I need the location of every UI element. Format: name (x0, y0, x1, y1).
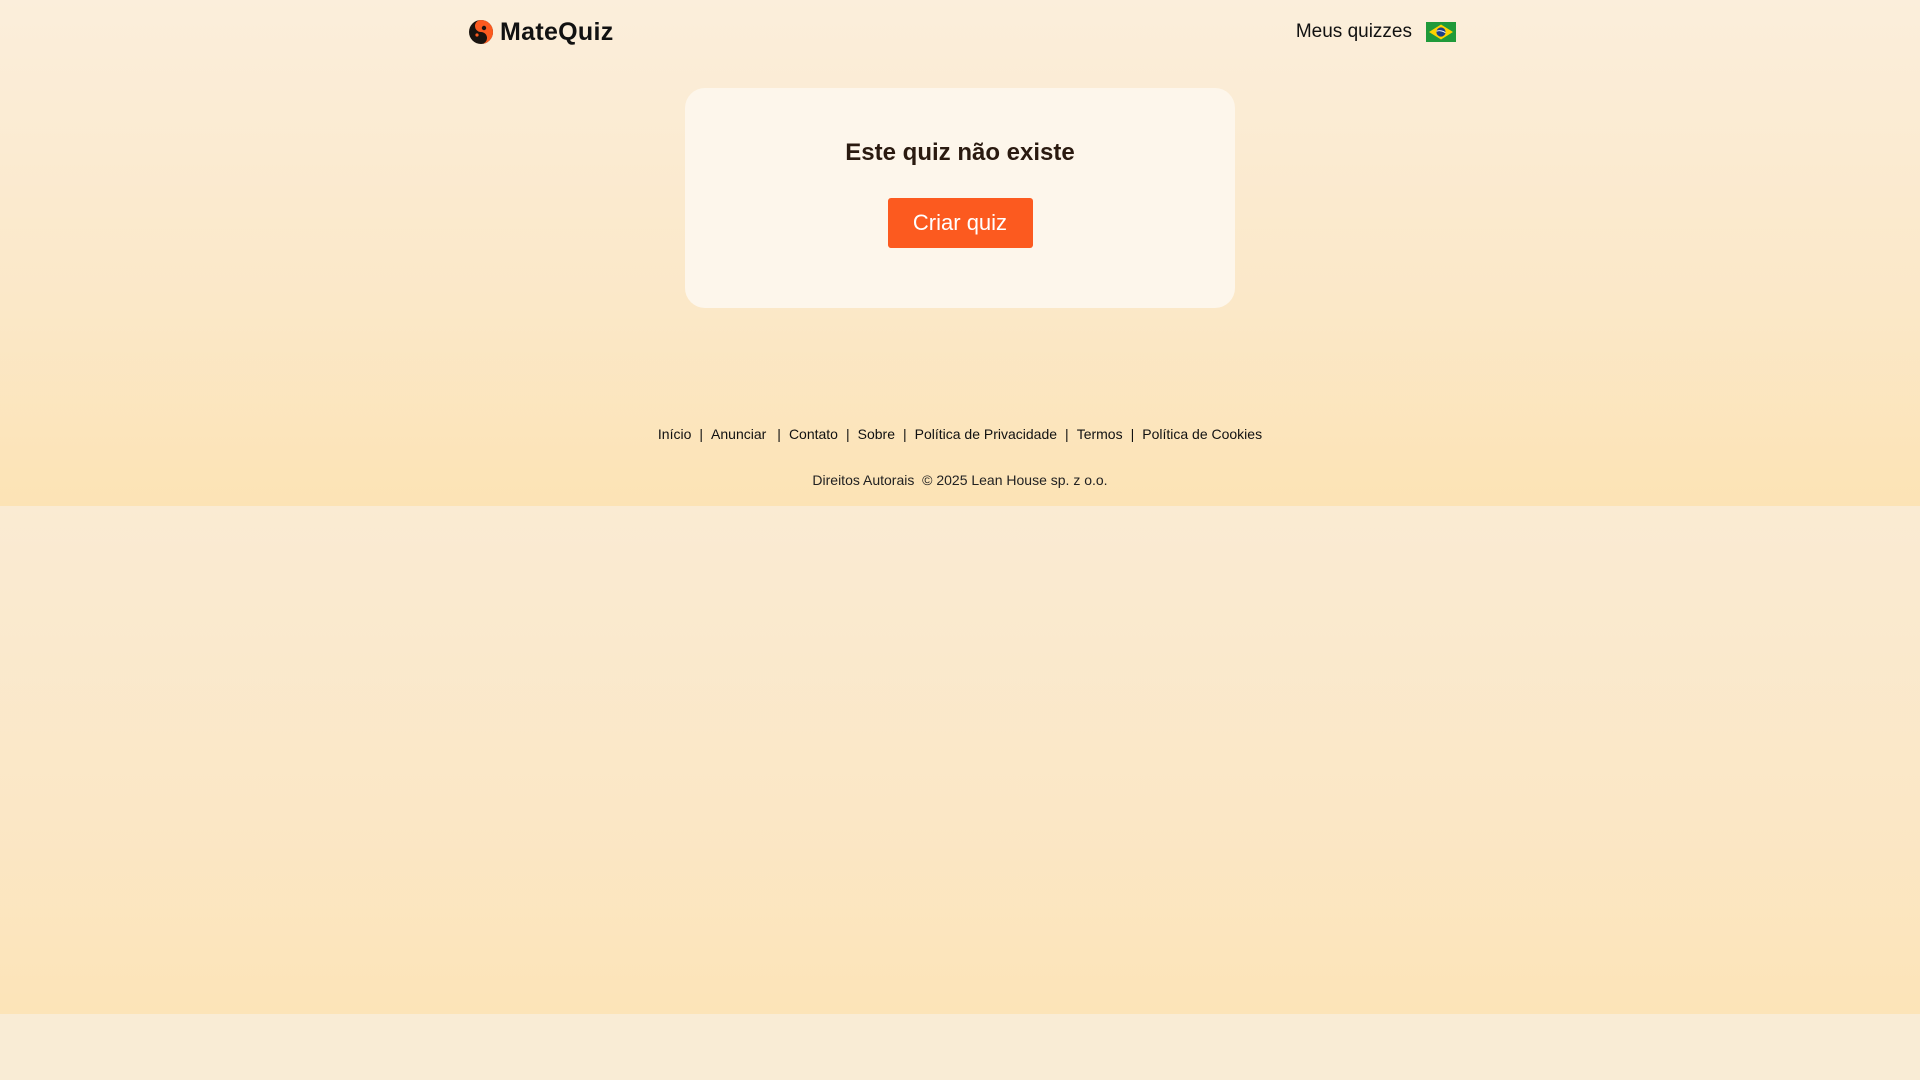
site-footer: Início | Anunciar | Contato | Sobre | Po… (0, 424, 1920, 490)
footer-link-cookie-policy[interactable]: Política de Cookies (1142, 424, 1262, 444)
page-title: Este quiz não existe (845, 139, 1075, 166)
footer-link-terms[interactable]: Termos (1077, 424, 1123, 444)
logo-icon (469, 20, 493, 44)
quiz-not-found-card: Este quiz não existe Criar quiz (685, 88, 1235, 308)
footer-link-advertise[interactable]: Anunciar (711, 424, 766, 444)
my-quizzes-link[interactable]: Meus quizzes (1296, 21, 1412, 43)
brazil-flag-icon[interactable] (1426, 22, 1456, 42)
copyright-text: © 2025 Lean House sp. z o.o. (922, 472, 1108, 488)
create-quiz-button[interactable]: Criar quiz (887, 197, 1033, 248)
nav-right: Meus quizzes (1296, 21, 1456, 43)
footer-separator: | (845, 426, 850, 442)
copyright-label: Direitos Autorais (812, 472, 915, 488)
footer-link-contact[interactable]: Contato (789, 424, 838, 444)
footer-separator: | (1065, 426, 1069, 442)
footer-separator: | (902, 426, 907, 442)
copyright: Direitos Autorais © 2025 Lean House sp. … (0, 470, 1920, 490)
footer-link-home[interactable]: Início (658, 424, 691, 444)
footer-link-privacy-policy[interactable]: Política de Privacidade (915, 424, 1057, 444)
footer-link-about[interactable]: Sobre (858, 424, 895, 444)
top-navigation: MateQuiz Meus quizzes (468, 14, 1456, 50)
logo-text: MateQuiz (500, 17, 614, 46)
footer-separator: | (777, 426, 781, 442)
footer-separator: | (699, 426, 704, 442)
footer-links: Início | Anunciar | Contato | Sobre | Po… (0, 424, 1920, 444)
page-background-tail (0, 1014, 1920, 1080)
logo-link[interactable]: MateQuiz (468, 18, 614, 47)
page-background-bottom (0, 506, 1920, 1014)
footer-separator: | (1130, 426, 1135, 442)
